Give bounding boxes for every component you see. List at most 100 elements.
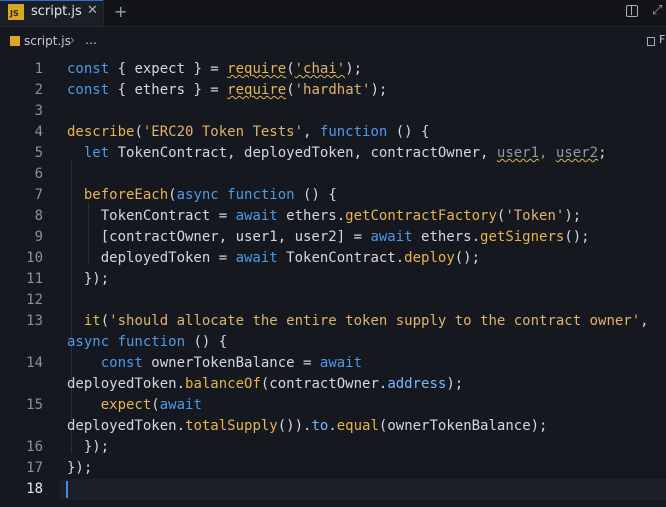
code-token: }); (67, 439, 110, 455)
code-token: () { (185, 334, 228, 350)
code-text: }); (67, 458, 92, 479)
code-text: deployedToken.totalSupply()).to.equal(ow… (67, 416, 547, 437)
code-token: async function (67, 334, 186, 350)
code-line[interactable]: 2 const { ethers } = require('hardhat'); (0, 80, 666, 101)
code-token: { ethers } = (117, 82, 228, 98)
code-token: (contractOwner. (260, 376, 388, 392)
file-icon[interactable] (647, 37, 655, 46)
code-token: await (159, 397, 202, 413)
line-number: 7 (34, 187, 43, 203)
code-token: 'chai' (294, 61, 346, 77)
code-token: address (387, 376, 447, 392)
code-line[interactable]: 5 let TokenContract, deployedToken, cont… (0, 143, 666, 164)
line-number: 18 (26, 481, 43, 497)
tab-bar: JS script.js ✕ + ⤢ (0, 0, 666, 27)
expand-icon[interactable]: ⤢ (652, 3, 662, 18)
close-icon[interactable]: ✕ (87, 3, 98, 18)
code-token: ( (134, 124, 143, 140)
code-line[interactable]: 10 deployedToken = await TokenContract.d… (0, 248, 666, 269)
code-line[interactable]: 4 describe('ERC20 Token Tests', function … (0, 122, 666, 143)
code-token: ; (598, 145, 607, 161)
code-token: }); (67, 460, 93, 476)
code-line[interactable]: 9 [contractOwner, user1, user2] = await … (0, 227, 666, 248)
code-line[interactable]: 1 const { expect } = require('chai'); (0, 59, 666, 80)
code-text: [contractOwner, user1, user2] = await et… (67, 227, 590, 248)
breadcrumb-more[interactable]: … (85, 33, 97, 47)
code-line[interactable]: 11 }); (0, 269, 666, 290)
code-token: ethers. (412, 229, 481, 245)
current-line-highlight (60, 479, 666, 500)
code-token: let (83, 145, 110, 161)
code-token: totalSupply (185, 418, 278, 434)
code-line[interactable]: 3 (0, 101, 666, 122)
line-number: 15 (26, 397, 43, 413)
breadcrumb-right-label[interactable]: F (659, 33, 665, 46)
code-token: require (227, 61, 287, 77)
line-number: 10 (26, 250, 43, 266)
code-token: { expect } = (117, 61, 228, 77)
code-token: TokenContract. (277, 250, 405, 266)
code-line[interactable]: 15 expect(await (0, 395, 666, 416)
code-line[interactable]: deployedToken.balanceOf(contractOwner.ad… (0, 374, 666, 395)
split-editor-icon[interactable] (626, 5, 638, 17)
code-token: (); (454, 250, 481, 266)
code-token: describe (67, 124, 135, 140)
code-token: function (319, 124, 388, 140)
code-line[interactable]: 8 TokenContract = await ethers.getContra… (0, 206, 666, 227)
code-token: ( (286, 82, 295, 98)
code-token: beforeEach (83, 187, 169, 203)
code-token: require (227, 82, 287, 98)
breadcrumb-file[interactable]: script.js (24, 34, 71, 48)
code-token: const (67, 61, 110, 77)
code-token: deployedToken. (67, 418, 186, 434)
code-text: deployedToken = await TokenContract.depl… (67, 248, 480, 269)
line-number: 4 (34, 124, 43, 140)
code-token: , (303, 124, 320, 140)
code-token: ( (151, 397, 160, 413)
code-token: 'hardhat' (294, 82, 371, 98)
code-token: , (539, 145, 556, 161)
code-text: const ownerTokenBalance = await (67, 353, 362, 374)
code-token: (ownerTokenBalance); (378, 418, 548, 434)
code-line[interactable]: 7 beforeEach(async function () { (0, 185, 666, 206)
code-line[interactable]: 18 (0, 479, 666, 500)
code-line[interactable]: deployedToken.totalSupply()).to.equal(ow… (0, 416, 666, 437)
tab-label: script.js (31, 4, 82, 19)
code-token: (); (564, 229, 590, 245)
code-token: equal (336, 418, 379, 434)
code-token: const (100, 355, 143, 371)
code-token: deployedToken. (67, 376, 186, 392)
code-line[interactable]: 16 }); (0, 437, 666, 458)
new-tab-button[interactable]: + (114, 2, 127, 21)
javascript-file-icon (10, 36, 20, 46)
code-token: await (319, 355, 363, 371)
javascript-file-icon: JS (8, 4, 24, 20)
code-token: () { (294, 187, 337, 203)
code-editor[interactable]: 1 const { expect } = require('chai'); 2 con… (0, 55, 666, 507)
code-token: [contractOwner, user1, user2] = (67, 229, 371, 245)
code-text: beforeEach(async function () { (67, 185, 337, 206)
code-line[interactable]: 6 (0, 164, 666, 185)
code-text: let TokenContract, deployedToken, contra… (67, 143, 607, 164)
code-token: ( (286, 61, 295, 77)
tab-script-js[interactable]: JS script.js ✕ (0, 0, 104, 26)
code-line[interactable]: 14 const ownerTokenBalance = await (0, 353, 666, 374)
code-text: deployedToken.balanceOf(contractOwner.ad… (67, 374, 463, 395)
code-token: await (235, 208, 278, 224)
code-token: to (311, 418, 329, 434)
line-number: 8 (34, 208, 43, 224)
code-token: user1 (496, 145, 540, 161)
code-token: ( (100, 313, 110, 329)
code-line[interactable]: 12 (0, 290, 666, 311)
code-line[interactable]: 13 it('should allocate the entire token … (0, 311, 666, 332)
code-token: }); (67, 271, 110, 287)
code-token: , (640, 313, 649, 329)
code-text: it('should allocate the entire token sup… (67, 311, 649, 332)
code-text: const { expect } = require('chai'); (67, 59, 362, 80)
code-token: balanceOf (185, 376, 261, 392)
code-line[interactable]: async function () { (0, 332, 666, 353)
code-token: ()). (277, 418, 312, 434)
code-text: const { ethers } = require('hardhat'); (67, 80, 387, 101)
code-line[interactable]: 17}); (0, 458, 666, 479)
